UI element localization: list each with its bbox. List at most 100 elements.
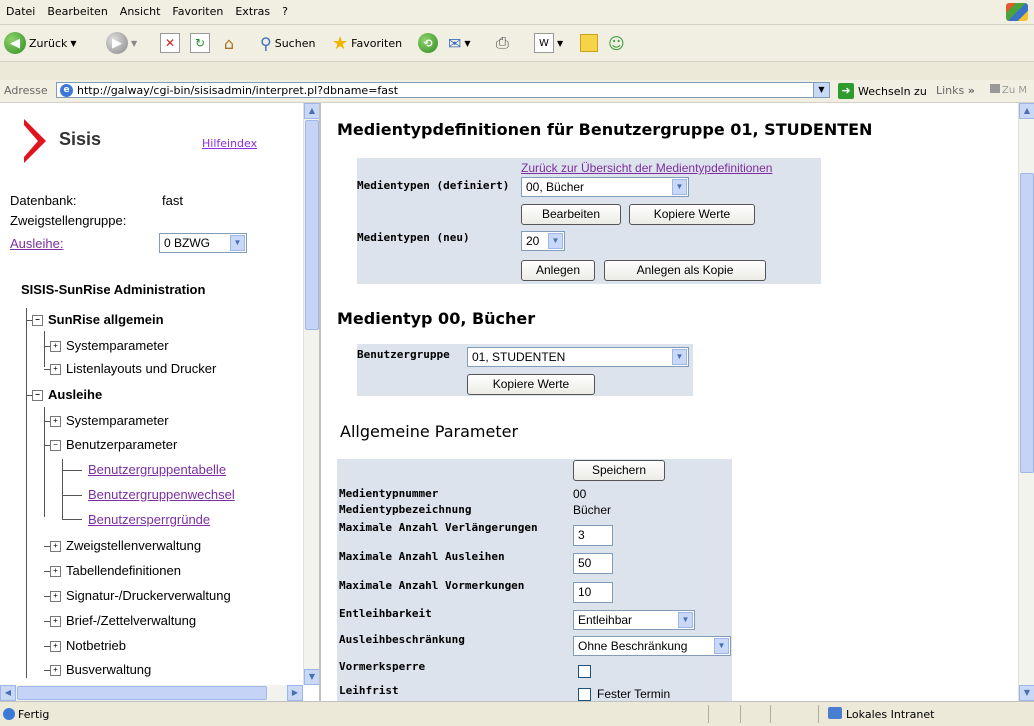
scroll-right-icon[interactable]: ▶: [287, 685, 303, 701]
scroll-left-icon[interactable]: ◀: [0, 685, 16, 701]
tree-brief-zettel[interactable]: + Brief-/Zettelverwaltung: [44, 613, 196, 628]
scroll-thumb[interactable]: [17, 686, 267, 700]
menu-bearbeiten[interactable]: Bearbeiten: [41, 0, 113, 24]
back-arrow-icon: ◀: [4, 32, 26, 54]
left-frame: Sisis Hilfeindex Datenbank: fast Zweigst…: [0, 103, 321, 701]
tree-systemparameter-2[interactable]: + Systemparameter: [44, 413, 169, 428]
forward-button[interactable]: ▶ ▼: [106, 31, 137, 55]
menu-help[interactable]: ?: [276, 0, 294, 24]
tree-label: Tabellendefinitionen: [66, 563, 181, 578]
tree-line: [26, 308, 27, 678]
right-vertical-scrollbar[interactable]: ▲ ▼: [1018, 103, 1034, 701]
windows-logo-icon: [1006, 3, 1028, 21]
stop-button[interactable]: ✕: [160, 31, 180, 55]
tree-benutzergruppentabelle[interactable]: Benutzergruppentabelle: [88, 462, 226, 477]
new-select[interactable]: 20 ▼: [521, 231, 565, 251]
name-label: Medientypbezeichnung: [339, 503, 472, 516]
tree-benutzergruppenwechsel[interactable]: Benutzergruppenwechsel: [88, 487, 235, 502]
fixed-date-checkbox[interactable]: [578, 688, 591, 701]
scroll-thumb[interactable]: [1020, 173, 1034, 473]
chevron-down-icon[interactable]: ▼: [813, 83, 829, 97]
loan-link[interactable]: Ausleihe:: [10, 236, 63, 251]
history-button[interactable]: ⟲: [418, 31, 438, 55]
edit-button[interactable]: W ▼: [534, 31, 563, 55]
mail-button[interactable]: ✉ ▼: [448, 31, 471, 55]
loans-label: Maximale Anzahl Ausleihen: [339, 550, 505, 563]
scroll-up-icon[interactable]: ▲: [1019, 103, 1034, 119]
group-select-value: 01, STUDENTEN: [472, 350, 566, 364]
search-label: Suchen: [274, 36, 316, 50]
left-horizontal-scrollbar[interactable]: ◀ ▶: [0, 685, 303, 701]
discuss-button[interactable]: [580, 31, 598, 55]
left-vertical-scrollbar[interactable]: ▲ ▼: [303, 103, 319, 685]
extensions-input[interactable]: 3: [573, 525, 613, 546]
create-button[interactable]: Anlegen: [521, 260, 595, 281]
loan-select[interactable]: 0 BZWG ▼: [159, 233, 247, 253]
tree-benutzersperrgruende[interactable]: Benutzersperrgründe: [88, 512, 210, 527]
save-button[interactable]: Speichern: [573, 460, 665, 481]
defined-select[interactable]: 00, Bücher ▼: [521, 177, 689, 197]
go-label: Wechseln zu: [858, 84, 927, 98]
edit-button[interactable]: Bearbeiten: [521, 204, 621, 225]
restriction-select-value: Ohne Beschränkung: [578, 639, 688, 653]
tree-label: Systemparameter: [66, 338, 169, 353]
fixed-date-label: Fester Termin: [597, 687, 671, 701]
tree-label: Brief-/Zettelverwaltung: [66, 613, 197, 628]
search-button[interactable]: ⚲ Suchen: [260, 31, 315, 55]
address-input[interactable]: e http://galway/cgi-bin/sisisadmin/inter…: [56, 82, 830, 98]
tree-sunrise-allgemein[interactable]: − SunRise allgemein: [26, 312, 164, 327]
zone-label: Lokales Intranet: [846, 708, 935, 721]
tree-notbetrieb[interactable]: + Notbetrieb: [44, 638, 126, 653]
menu-datei[interactable]: Datei: [0, 0, 41, 24]
lendability-label: Entleihbarkeit: [339, 607, 432, 620]
home-button[interactable]: ⌂: [220, 31, 238, 55]
chevron-down-icon: ▼: [548, 233, 563, 249]
lendability-select[interactable]: Entleihbar ▼: [573, 610, 695, 630]
menu-favoriten[interactable]: Favoriten: [166, 0, 229, 24]
back-button[interactable]: ◀ Zurück ▼: [4, 31, 77, 55]
menu-bar: Datei Bearbeiten Ansicht Favoriten Extras?: [0, 0, 1034, 25]
tree-zweigstellenverwaltung[interactable]: + Zweigstellenverwaltung: [44, 538, 201, 553]
restriction-label: Ausleihbeschränkung: [339, 633, 465, 646]
copy-values-button-2[interactable]: Kopiere Werte: [467, 374, 595, 395]
create-copy-button[interactable]: Anlegen als Kopie: [604, 260, 766, 281]
reservation-block-checkbox[interactable]: [578, 665, 591, 678]
loans-input[interactable]: 50: [573, 553, 613, 574]
tree-label: Ausleihe: [48, 387, 103, 402]
db-value: fast: [162, 193, 183, 208]
scroll-down-icon[interactable]: ▼: [304, 669, 319, 685]
favorites-button[interactable]: ★ Favoriten: [332, 31, 402, 55]
edit-icon: W: [534, 33, 554, 53]
back-to-overview-link[interactable]: Zurück zur Übersicht der Medientypdefini…: [521, 161, 772, 175]
extra-link[interactable]: Zu M: [990, 84, 1027, 96]
tree-ausleihe[interactable]: − Ausleihe: [26, 387, 102, 402]
scroll-down-icon[interactable]: ▼: [1019, 685, 1034, 701]
reservations-input[interactable]: 10: [573, 582, 613, 603]
tree-tabellendefinitionen[interactable]: + Tabellendefinitionen: [44, 563, 181, 578]
tree-systemparameter-1[interactable]: + Systemparameter: [44, 338, 169, 353]
ie-page-icon: e: [60, 84, 73, 97]
extensions-label: Maximale Anzahl Verlängerungen: [339, 521, 538, 534]
menu-extras[interactable]: Extras: [229, 0, 276, 24]
print-button[interactable]: ⎙: [496, 31, 509, 55]
stop-icon: ✕: [160, 33, 180, 53]
links-button[interactable]: Links »: [936, 84, 975, 97]
scroll-up-icon[interactable]: ▲: [304, 103, 319, 119]
go-button[interactable]: ➜ Wechseln zu: [838, 83, 927, 99]
help-index-link[interactable]: Hilfeindex: [202, 137, 257, 150]
status-bar: Fertig Lokales Intranet: [0, 701, 1034, 726]
mail-icon: ✉: [448, 33, 462, 53]
messenger-button[interactable]: ☺: [608, 31, 625, 55]
tree-busverwaltung[interactable]: + Busverwaltung: [44, 662, 151, 677]
group-select[interactable]: 01, STUDENTEN ▼: [467, 347, 689, 367]
tree-benutzerparameter[interactable]: − Benutzerparameter: [44, 437, 177, 452]
tree-listenlayouts[interactable]: + Listenlayouts und Drucker: [44, 361, 216, 376]
expand-icon: +: [50, 416, 61, 428]
copy-values-button[interactable]: Kopiere Werte: [629, 204, 755, 225]
menu-ansicht[interactable]: Ansicht: [114, 0, 167, 24]
tree-signatur-drucker[interactable]: + Signatur-/Druckerverwaltung: [44, 588, 231, 603]
refresh-button[interactable]: ↻: [190, 31, 210, 55]
scroll-thumb[interactable]: [305, 120, 319, 330]
restriction-select[interactable]: Ohne Beschränkung ▼: [573, 636, 731, 656]
intranet-icon: [828, 707, 842, 719]
